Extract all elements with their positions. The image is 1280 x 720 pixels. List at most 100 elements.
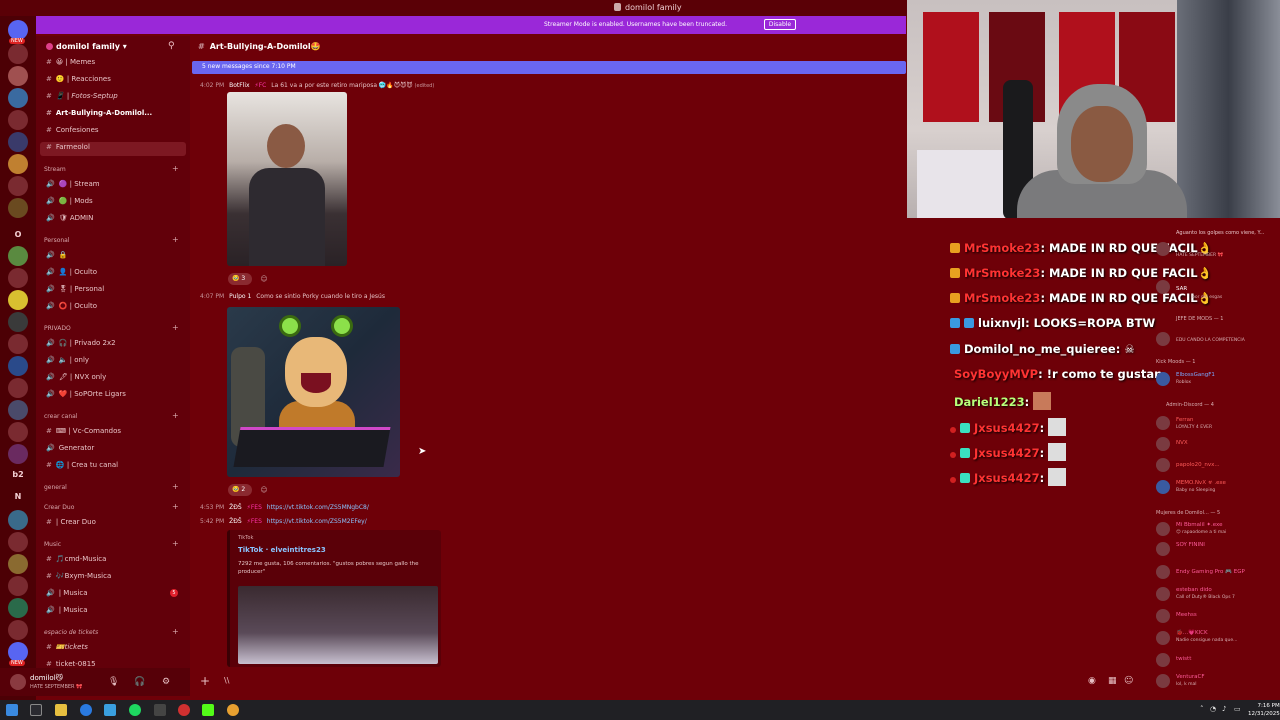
home-server-icon[interactable]: NEW	[8, 20, 28, 44]
chrome-icon[interactable]	[178, 704, 190, 716]
server-icon[interactable]	[8, 268, 28, 288]
server-icon[interactable]	[8, 154, 28, 174]
category-crear-duo[interactable]: Crear Duo	[44, 504, 74, 511]
add-channel-icon[interactable]: +	[172, 411, 179, 420]
volume-icon[interactable]: ♪	[1222, 705, 1226, 713]
server-icon[interactable]	[8, 198, 28, 218]
channel-item[interactable]: # 😀 | Memes	[46, 58, 95, 66]
server-icon[interactable]	[8, 510, 28, 530]
channel-item[interactable]: # 🎵cmd-Musica	[46, 555, 106, 563]
member-name[interactable]: twistt	[1176, 656, 1191, 662]
add-member-icon[interactable]: ⚲	[168, 41, 175, 51]
reaction[interactable]: 🥹 2	[228, 484, 252, 496]
channel-item[interactable]: # 🎶Bxym-Musica	[46, 572, 111, 580]
reaction[interactable]: 🥹 3	[228, 273, 252, 285]
voice-channel[interactable]: 🔊 ❤️ | SoPOrte Ligars	[46, 390, 126, 398]
edge-icon[interactable]	[80, 704, 92, 716]
voice-channel[interactable]: 🔊 🔒	[46, 251, 67, 259]
add-channel-icon[interactable]: +	[172, 539, 179, 548]
voice-channel[interactable]: 🔊 🛡 ADMIN	[46, 214, 93, 222]
voice-channel[interactable]: 🔊 🎖 | Personal	[46, 285, 104, 293]
server-icon[interactable]: NEW	[8, 642, 28, 666]
member-name[interactable]: papolo20_nvx...	[1176, 462, 1220, 468]
voice-channel[interactable]: 🔊 Generator	[46, 444, 94, 452]
composer-input[interactable]: \\	[224, 676, 229, 685]
avatar[interactable]	[1156, 587, 1170, 601]
server-icon[interactable]	[8, 400, 28, 420]
windows-start-icon[interactable]	[6, 704, 18, 716]
server-icon[interactable]	[8, 290, 28, 310]
server-icon[interactable]	[8, 110, 28, 130]
avatar[interactable]	[1156, 522, 1170, 536]
app-icon[interactable]	[104, 704, 116, 716]
server-icon[interactable]	[8, 444, 28, 464]
add-reaction-icon[interactable]: ☺	[258, 484, 270, 496]
server-icon[interactable]	[8, 356, 28, 376]
message-image[interactable]	[227, 92, 347, 266]
server-icon[interactable]	[8, 312, 28, 332]
avatar[interactable]	[1156, 674, 1170, 688]
app-icon[interactable]	[154, 704, 166, 716]
voice-channel[interactable]: 🔊 ⭕ | Oculto	[46, 302, 97, 310]
gift-icon[interactable]: ◉	[1088, 676, 1096, 686]
voice-channel[interactable]: 🔊 🟣 | Stream	[46, 180, 100, 188]
server-icon[interactable]	[8, 620, 28, 640]
kick-icon[interactable]	[202, 704, 214, 716]
message-author[interactable]: ŽĐŠ	[229, 518, 242, 525]
channel-item[interactable]: # ⌨ | Vc-Comandos	[46, 427, 121, 435]
avatar[interactable]	[1156, 653, 1170, 667]
server-letter[interactable]: b2	[0, 470, 36, 479]
channel-item-selected[interactable]: # Art-Bullying-A-Domilol...	[46, 109, 152, 117]
add-channel-icon[interactable]: +	[172, 502, 179, 511]
server-name[interactable]: domilol family ▾	[46, 42, 127, 51]
avatar[interactable]	[1156, 609, 1170, 623]
member-name[interactable]: SOY FININI	[1176, 542, 1205, 548]
add-channel-icon[interactable]: +	[172, 235, 179, 244]
member-name[interactable]: Endy Gaming Pro 🎮 EGP	[1176, 569, 1245, 575]
category-stream[interactable]: Stream	[44, 166, 66, 173]
add-reaction-icon[interactable]: ☺	[258, 273, 270, 285]
avatar[interactable]	[1156, 372, 1170, 386]
spotify-icon[interactable]	[129, 704, 141, 716]
avatar[interactable]	[1156, 542, 1170, 556]
server-icon[interactable]	[8, 132, 28, 152]
member-name[interactable]: 🐞...💗KICK	[1176, 630, 1208, 636]
add-channel-icon[interactable]: +	[172, 164, 179, 173]
voice-channel[interactable]: 🔊 🔈 | only	[46, 356, 89, 364]
category-privado[interactable]: PRIVADO	[44, 325, 71, 332]
server-icon[interactable]	[8, 334, 28, 354]
channel-item[interactable]: # 🌐 | Crea tu canal	[46, 461, 118, 469]
channel-item[interactable]: # 🙂 | Reacciones	[46, 75, 111, 83]
file-explorer-icon[interactable]	[55, 704, 67, 716]
avatar[interactable]	[1156, 480, 1170, 494]
app-icon[interactable]	[227, 704, 239, 716]
clock[interactable]: 7:16 PM 12/31/2025	[1248, 702, 1280, 718]
member-name[interactable]: Ferran	[1176, 417, 1194, 423]
emoji-icon[interactable]: ☺	[1124, 676, 1133, 686]
gear-icon[interactable]: ⚙	[162, 677, 170, 687]
category-personal[interactable]: Personal	[44, 237, 70, 244]
avatar[interactable]	[1156, 332, 1170, 346]
avatar[interactable]	[1156, 631, 1170, 645]
message-image[interactable]	[227, 307, 400, 477]
server-icon[interactable]	[8, 598, 28, 618]
tray-chevron-icon[interactable]: ˄	[1200, 705, 1204, 713]
server-icon[interactable]	[8, 532, 28, 552]
server-icon[interactable]	[8, 576, 28, 596]
message-composer[interactable]: + \\ ◉ ▦ ☺	[190, 672, 1140, 692]
channel-item[interactable]: # | Crear Duo	[46, 518, 96, 526]
avatar[interactable]	[1156, 242, 1170, 256]
battery-icon[interactable]: ▭	[1234, 705, 1241, 713]
channel-item[interactable]: # Confesiones	[46, 126, 99, 134]
embed-title[interactable]: TikTok · elveintitres23	[238, 546, 326, 554]
message-link[interactable]: https://vt.tiktok.com/ZS5M2EFey/	[267, 518, 367, 525]
add-channel-icon[interactable]: +	[172, 323, 179, 332]
gif-icon[interactable]: ▦	[1108, 676, 1117, 686]
category-general[interactable]: general	[44, 484, 67, 491]
member-name[interactable]: SAR	[1176, 286, 1187, 292]
channel-item[interactable]: # 📱 | Fotos-Septup	[46, 92, 118, 100]
embed-thumbnail[interactable]	[238, 586, 438, 664]
server-icon[interactable]	[8, 554, 28, 574]
category-music[interactable]: Music	[44, 541, 61, 548]
add-channel-icon[interactable]: +	[172, 482, 179, 491]
